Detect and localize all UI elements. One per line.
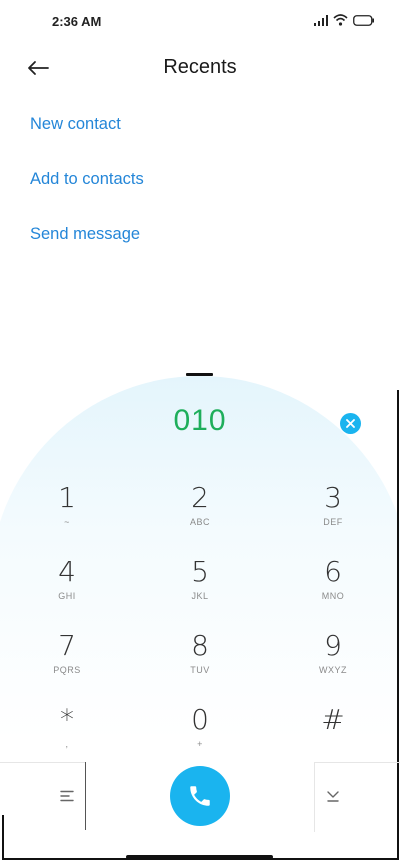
key-letters: , [65, 739, 69, 749]
send-message-link[interactable]: Send message [30, 222, 144, 277]
key-digit: 0 [191, 703, 209, 736]
key-5[interactable]: 5 JKL [155, 556, 245, 618]
status-time: 2:36 AM [52, 14, 102, 29]
divider [314, 762, 315, 832]
key-digit: # [321, 703, 345, 736]
phone-icon [190, 786, 210, 806]
key-digit: 7 [58, 629, 76, 662]
key-digit: 4 [58, 555, 76, 588]
collapse-dialpad-button[interactable] [320, 783, 346, 809]
key-digit: 9 [324, 629, 342, 662]
call-button[interactable] [170, 766, 230, 826]
key-9[interactable]: 9 WXYZ [288, 630, 378, 692]
home-indicator[interactable] [126, 855, 273, 859]
signal-icon [314, 14, 328, 26]
new-contact-link[interactable]: New contact [30, 112, 144, 167]
clear-button[interactable] [340, 413, 361, 434]
key-6[interactable]: 6 MNO [288, 556, 378, 618]
add-to-contacts-link[interactable]: Add to contacts [30, 167, 144, 222]
status-icons [314, 14, 374, 26]
key-letters: WXYZ [319, 665, 347, 675]
key-0[interactable]: 0 + [155, 704, 245, 766]
header: Recents [0, 50, 400, 86]
key-letters: ABC [189, 517, 210, 527]
frame-edge [397, 390, 399, 860]
key-hash[interactable]: # [288, 704, 378, 766]
wifi-icon [333, 14, 348, 26]
key-letters: JKL [191, 591, 209, 601]
key-7[interactable]: 7 PQRS [22, 630, 112, 692]
menu-icon [60, 790, 74, 802]
key-digit: 5 [191, 555, 209, 588]
chevron-down-icon [327, 791, 339, 802]
key-8[interactable]: 8 TUV [155, 630, 245, 692]
key-letters: TUV [190, 665, 210, 675]
key-letters: DEF [323, 517, 343, 527]
battery-icon [353, 14, 374, 26]
key-letters: ~ [64, 517, 70, 527]
key-letters: + [197, 739, 203, 749]
key-4[interactable]: 4 GHI [22, 556, 112, 618]
divider [85, 762, 86, 830]
key-2[interactable]: 2 ABC [155, 482, 245, 544]
key-letters: PQRS [53, 665, 81, 675]
drag-handle[interactable] [186, 373, 213, 376]
status-bar: 2:36 AM [0, 0, 400, 44]
page-title: Recents [163, 56, 237, 78]
key-letters: GHI [58, 591, 76, 601]
key-digit: 3 [324, 481, 342, 514]
key-digit: 1 [58, 481, 76, 514]
key-digit: * [60, 703, 74, 736]
key-digit: 8 [191, 629, 209, 662]
key-letters: MNO [321, 591, 345, 601]
menu-button[interactable] [54, 783, 80, 809]
close-icon [346, 419, 355, 428]
key-3[interactable]: 3 DEF [288, 482, 378, 544]
key-1[interactable]: 1 ~ [22, 482, 112, 544]
contact-actions: New contact Add to contacts Send message [30, 112, 144, 277]
frame-edge [2, 815, 4, 860]
dialer-screen: 2:36 AM Recents New contact Add to conta… [0, 0, 400, 866]
key-digit: 6 [324, 555, 342, 588]
key-star[interactable]: * , [22, 704, 112, 766]
key-digit: 2 [191, 481, 209, 514]
